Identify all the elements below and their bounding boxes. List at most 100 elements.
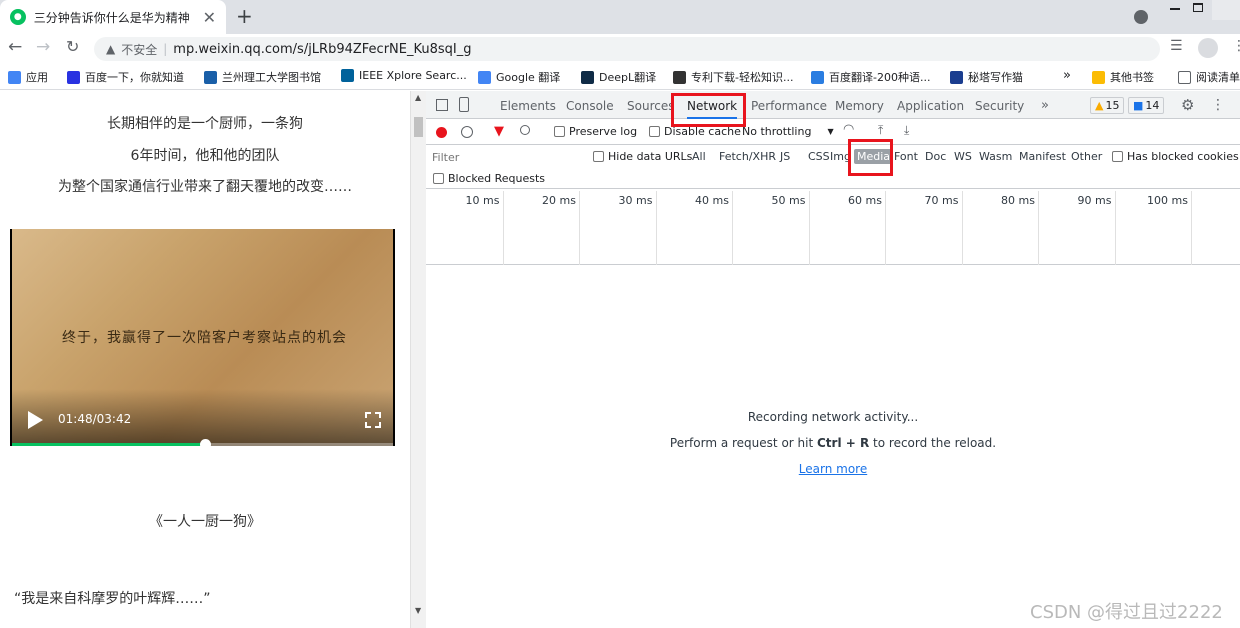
messages-count: 14 bbox=[1145, 99, 1160, 112]
hide-data-urls-checkbox[interactable]: Hide data URLs bbox=[593, 150, 692, 163]
checkbox-box[interactable] bbox=[433, 173, 444, 184]
other-bookmarks-label: 其他书签 bbox=[1110, 71, 1154, 84]
throttling-select[interactable]: No throttling ▼ bbox=[742, 125, 834, 138]
tab-memory[interactable]: Memory bbox=[835, 99, 884, 113]
reload-icon[interactable]: ↻ bbox=[66, 37, 79, 56]
maximize-icon[interactable] bbox=[1193, 3, 1203, 12]
filter-type-js[interactable]: JS bbox=[780, 150, 790, 163]
tab-strip: ● 三分钟告诉你什么是华为精神 ✕ + bbox=[0, 0, 1240, 34]
scrollbar-thumb[interactable] bbox=[414, 117, 423, 137]
browser-tab[interactable]: ● 三分钟告诉你什么是华为精神 ✕ bbox=[0, 0, 226, 34]
filter-type-ws[interactable]: WS bbox=[954, 150, 972, 163]
timeline-tick-label: 80 ms bbox=[1001, 194, 1035, 207]
inspect-element-icon[interactable] bbox=[436, 99, 448, 111]
preserve-log-checkbox[interactable]: Preserve log bbox=[554, 125, 637, 138]
checkbox-box[interactable] bbox=[554, 126, 565, 137]
tab-application[interactable]: Application bbox=[897, 99, 964, 113]
wifi-conditions-icon[interactable]: ◠ bbox=[843, 122, 854, 137]
warnings-badge[interactable]: ▲ 15 bbox=[1090, 97, 1125, 114]
filter-type-wasm[interactable]: Wasm bbox=[979, 150, 1012, 163]
avatar[interactable] bbox=[1198, 38, 1218, 58]
fullscreen-icon[interactable] bbox=[365, 412, 381, 428]
filter-type-manifest[interactable]: Manifest bbox=[1019, 150, 1066, 163]
filter-type-other[interactable]: Other bbox=[1071, 150, 1102, 163]
close-window-button[interactable] bbox=[1212, 0, 1240, 20]
bookmarks-overflow-button[interactable]: » bbox=[1063, 68, 1071, 83]
timeline-gridline bbox=[961, 191, 963, 265]
article-scrollbar[interactable]: ▲ ▼ bbox=[410, 91, 426, 628]
clear-icon[interactable] bbox=[461, 126, 473, 138]
reading-list-button[interactable]: 阅读清单 bbox=[1178, 69, 1240, 85]
filter-type-doc[interactable]: Doc bbox=[925, 150, 946, 163]
timeline-gridline bbox=[502, 191, 504, 265]
other-bookmarks-folder[interactable]: 其他书签 bbox=[1092, 69, 1154, 85]
bookmarks-bar: 应用 百度一下，你就知道 兰州理工大学图书馆 IEEE Xplore Searc...… bbox=[0, 64, 1240, 90]
scroll-down-arrow-icon[interactable]: ▼ bbox=[415, 606, 421, 615]
bookmark-item[interactable]: 百度翻译-200种语... bbox=[811, 69, 930, 85]
article-pane[interactable]: 长期相伴的是一个厨师，一条狗 6年时间，他和他的团队 为整个国家通信行业带来了翻… bbox=[0, 91, 410, 628]
article-line-clipped bbox=[0, 91, 410, 98]
download-icon[interactable]: ⤓ bbox=[904, 123, 909, 138]
kebab-menu-icon[interactable]: ⋮ bbox=[1232, 38, 1240, 54]
settings-gear-icon[interactable]: ⚙ bbox=[1181, 96, 1194, 114]
hint-suffix: to record the reload. bbox=[869, 436, 997, 450]
forward-arrow-icon[interactable]: → bbox=[36, 37, 50, 57]
scroll-up-arrow-icon[interactable]: ▲ bbox=[415, 93, 421, 102]
globe-icon bbox=[673, 70, 686, 84]
filter-input[interactable] bbox=[429, 149, 579, 165]
hide-data-urls-label: Hide data URLs bbox=[608, 150, 693, 163]
new-tab-button[interactable]: + bbox=[236, 4, 253, 28]
upload-icon[interactable]: ⤒ bbox=[878, 123, 883, 138]
checkbox-box[interactable] bbox=[593, 151, 604, 162]
search-icon[interactable] bbox=[520, 125, 530, 135]
play-icon[interactable] bbox=[28, 411, 43, 429]
quote-text: “我是来自科摩罗的叶辉辉……” bbox=[14, 591, 211, 607]
filter-type-css[interactable]: CSS bbox=[808, 150, 830, 163]
warning-icon: ▲ bbox=[1095, 99, 1104, 112]
filter-type-font[interactable]: Font bbox=[894, 150, 918, 163]
filter-funnel-icon[interactable]: ▼ bbox=[494, 124, 504, 139]
ieee-icon bbox=[341, 69, 354, 82]
video-progress-fill bbox=[12, 443, 205, 446]
device-toolbar-icon[interactable] bbox=[459, 97, 469, 112]
bookmark-label: 兰州理工大学图书馆 bbox=[222, 71, 321, 84]
timeline-tick-label: 40 ms bbox=[695, 194, 729, 207]
bookmark-item[interactable]: IEEE Xplore Searc... bbox=[341, 69, 467, 82]
has-blocked-cookies-checkbox[interactable]: Has blocked cookies bbox=[1112, 150, 1239, 163]
reading-mode-icon[interactable]: ☰ bbox=[1170, 38, 1183, 54]
devtools-menu-icon[interactable]: ⋮ bbox=[1211, 97, 1225, 113]
checkbox-box[interactable] bbox=[1112, 151, 1123, 162]
bookmark-item[interactable]: 兰州理工大学图书馆 bbox=[204, 69, 321, 85]
video-progress-knob[interactable] bbox=[199, 439, 211, 446]
learn-more-link[interactable]: Learn more bbox=[799, 462, 867, 476]
bookmark-item[interactable]: Google 翻译 bbox=[478, 69, 560, 85]
record-button[interactable] bbox=[436, 127, 447, 138]
back-arrow-icon[interactable]: ← bbox=[8, 37, 22, 57]
close-tab-icon[interactable]: ✕ bbox=[203, 8, 216, 27]
timeline-tick-label: 60 ms bbox=[848, 194, 882, 207]
tab-console[interactable]: Console bbox=[566, 99, 614, 113]
more-tabs-button[interactable]: » bbox=[1041, 98, 1049, 113]
section-title: 《一人一厨一狗》 bbox=[149, 514, 261, 530]
filter-type-all[interactable]: All bbox=[692, 150, 706, 163]
tab-performance[interactable]: Performance bbox=[751, 99, 827, 113]
blocked-requests-checkbox[interactable]: Blocked Requests bbox=[433, 172, 545, 185]
bookmark-item[interactable]: 应用 bbox=[8, 69, 48, 85]
tab-security[interactable]: Security bbox=[975, 99, 1024, 113]
bookmark-item[interactable]: DeepL翻译 bbox=[581, 69, 656, 85]
timeline-tick-label: 20 ms bbox=[542, 194, 576, 207]
messages-badge[interactable]: ■ 14 bbox=[1128, 97, 1165, 114]
profile-menu-icon[interactable] bbox=[1134, 10, 1148, 24]
address-bar[interactable]: ▲ 不安全 | mp.weixin.qq.com/s/jLRb94ZFecrNE… bbox=[94, 37, 1160, 61]
bookmark-item[interactable]: 百度一下，你就知道 bbox=[67, 69, 184, 85]
tab-elements[interactable]: Elements bbox=[500, 99, 556, 113]
checkbox-box[interactable] bbox=[649, 126, 660, 137]
bookmark-item[interactable]: 秘塔写作猫 bbox=[950, 69, 1023, 85]
video-player[interactable]: 终于，我赢得了一次陪客户考察站点的机会 01:48/03:42 bbox=[10, 229, 395, 446]
article-line: 6年时间，他和他的团队 bbox=[130, 148, 280, 164]
filter-type-fetch-xhr[interactable]: Fetch/XHR bbox=[719, 150, 776, 163]
reading-list-label: 阅读清单 bbox=[1196, 71, 1240, 84]
bookmark-item[interactable]: 专利下载-轻松知识... bbox=[673, 69, 793, 85]
tab-sources[interactable]: Sources bbox=[627, 99, 674, 113]
minimize-icon[interactable] bbox=[1170, 8, 1180, 10]
